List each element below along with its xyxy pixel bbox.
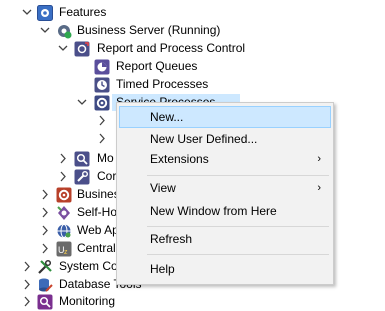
submenu-arrow-icon: › (317, 182, 321, 194)
system-tools-icon (37, 259, 53, 275)
globe-icon (56, 223, 72, 239)
menu-item-new-window[interactable]: New Window from Here (119, 200, 331, 222)
report-process-icon (74, 41, 90, 57)
tree-item-report-process-control[interactable]: Report and Process Control (0, 40, 280, 57)
menu-item-label: Help (150, 262, 175, 276)
tree-item-label: Mo (97, 151, 114, 165)
chevron-right-icon[interactable] (21, 293, 33, 310)
tree-item-features[interactable]: Features (0, 4, 200, 21)
chevron-down-icon[interactable] (76, 94, 88, 111)
tree-item-label: System Co (59, 259, 118, 273)
timed-processes-icon (94, 77, 110, 93)
tree-item-label: Busines (77, 187, 120, 201)
menu-item-new-user-defined[interactable]: New User Defined... (119, 128, 331, 150)
wrench-icon (74, 169, 90, 185)
chevron-right-icon[interactable] (57, 150, 69, 167)
chevron-right-icon[interactable] (21, 258, 33, 275)
tree-item-child[interactable] (0, 112, 118, 129)
report-queues-icon (94, 59, 110, 75)
business-gear-icon (56, 187, 72, 203)
tree-item-label: Report Queues (116, 59, 198, 73)
tree-item-child[interactable] (0, 130, 118, 147)
tree-item-system-console[interactable]: System Co (0, 258, 118, 275)
menu-item-view[interactable]: View › (119, 177, 331, 199)
tree-item-timed-processes[interactable]: Timed Processes (0, 76, 240, 93)
monitoring-magnifier-icon (37, 294, 53, 310)
context-menu: New... New User Defined... Extensions › … (116, 102, 334, 285)
menu-separator (147, 254, 329, 255)
chevron-right-icon[interactable] (39, 186, 51, 203)
svg-text:z: z (64, 249, 68, 256)
chevron-right-icon[interactable] (96, 130, 108, 147)
server-running-icon (56, 23, 72, 39)
menu-item-label: New User Defined... (150, 132, 258, 146)
monitor-magnifier-icon (74, 151, 90, 167)
menu-separator (147, 175, 329, 176)
menu-item-label: View (150, 181, 176, 195)
features-gear-icon (37, 5, 53, 21)
tree-item-label: Web Ap (77, 223, 119, 237)
menu-separator (147, 226, 329, 227)
tree-item-cor[interactable]: Cor (0, 168, 118, 185)
tree-item-label: Features (59, 5, 107, 19)
chevron-down-icon[interactable] (21, 4, 33, 21)
self-host-icon (56, 205, 72, 221)
tree-item-label: Self-Ho (77, 205, 118, 219)
tree-item-central[interactable]: Uz Central (0, 240, 118, 257)
tree-item-monitoring[interactable]: Monitoring (0, 293, 160, 310)
chevron-right-icon[interactable] (21, 276, 33, 293)
chevron-down-icon[interactable] (57, 40, 69, 57)
central-icon: Uz (56, 241, 72, 257)
tree-item-label: Cor (97, 169, 117, 183)
tree-item-label: Report and Process Control (97, 41, 246, 55)
tree-item-monitor[interactable]: Mo (0, 150, 118, 167)
menu-item-label: Refresh (150, 232, 193, 246)
menu-item-extensions[interactable]: Extensions › (119, 148, 331, 170)
tree-item-label: Business Server (Running) (77, 23, 221, 37)
tree-item-business[interactable]: Busines (0, 186, 120, 203)
menu-item-help[interactable]: Help (119, 258, 331, 280)
chevron-right-icon[interactable] (96, 112, 108, 129)
submenu-arrow-icon: › (317, 153, 321, 165)
chevron-right-icon[interactable] (57, 168, 69, 185)
menu-item-new[interactable]: New... (119, 106, 331, 128)
chevron-right-icon[interactable] (39, 240, 51, 257)
tree-item-label: Monitoring (59, 294, 116, 308)
tree-item-report-queues[interactable]: Report Queues (0, 58, 240, 75)
database-tools-icon (37, 277, 53, 293)
menu-item-label: New... (150, 110, 184, 124)
menu-item-label: New Window from Here (150, 204, 277, 218)
tree-item-business-server[interactable]: Business Server (Running) (0, 22, 260, 39)
chevron-right-icon[interactable] (39, 222, 51, 239)
tree-item-label: Central (77, 241, 116, 255)
menu-item-refresh[interactable]: Refresh (119, 228, 331, 250)
tree-item-label: Timed Processes (116, 77, 209, 91)
chevron-right-icon[interactable] (39, 204, 51, 221)
tree-item-web-app[interactable]: Web Ap (0, 222, 119, 239)
chevron-down-icon[interactable] (39, 22, 51, 39)
tree-item-self-host[interactable]: Self-Ho (0, 204, 118, 221)
service-processes-icon (94, 95, 110, 111)
menu-item-label: Extensions (150, 152, 209, 166)
